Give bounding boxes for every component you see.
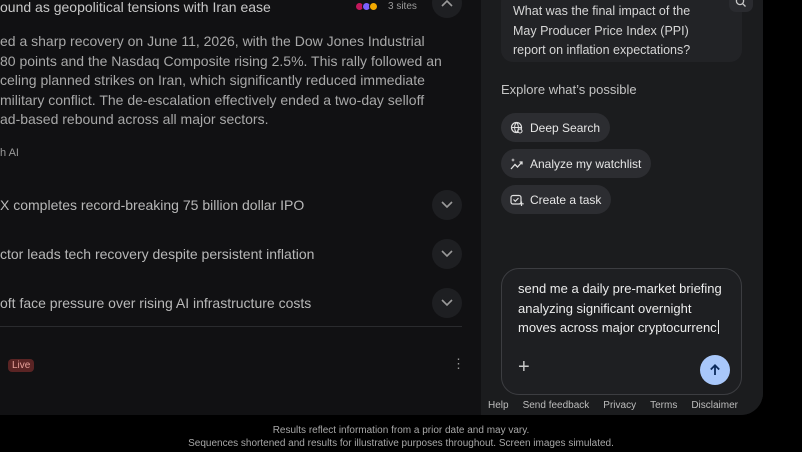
globe-search-icon bbox=[510, 121, 523, 134]
text-cursor bbox=[717, 320, 719, 334]
add-attachment-icon[interactable]: + bbox=[518, 357, 530, 377]
story-row[interactable]: ctor leads tech recovery despite persist… bbox=[0, 239, 462, 271]
news-headline: ound as geopolitical tensions with Iran … bbox=[0, 0, 271, 15]
explore-heading: Explore what’s possible bbox=[501, 82, 637, 97]
live-badge: Live bbox=[8, 359, 35, 372]
chip-label: Deep Search bbox=[530, 120, 601, 135]
prompt-composer[interactable]: send me a daily pre-market briefing anal… bbox=[501, 268, 742, 395]
summary-line: military conflict. The de-escalation eff… bbox=[0, 91, 425, 108]
footer-link-help[interactable]: Help bbox=[488, 400, 509, 411]
footer-links: Help Send feedback Privacy Terms Disclai… bbox=[488, 400, 738, 411]
story-row[interactable]: X completes record-breaking 75 billion d… bbox=[0, 190, 462, 222]
expand-button[interactable] bbox=[432, 190, 462, 220]
previous-prompt-text: What was the final impact of the May Pro… bbox=[513, 4, 691, 57]
prompt-input[interactable]: send me a daily pre-market briefing anal… bbox=[518, 279, 732, 338]
chip-label: Analyze my watchlist bbox=[530, 156, 642, 171]
assistant-panel: What was the final impact of the May Pro… bbox=[481, 0, 763, 415]
story-title: ctor leads tech recovery despite persist… bbox=[0, 246, 315, 262]
expand-button[interactable] bbox=[432, 239, 462, 269]
chip-analyze-watchlist[interactable]: Analyze my watchlist bbox=[501, 149, 652, 178]
prompt-input-text: send me a daily pre-market briefing anal… bbox=[518, 281, 722, 335]
source-favicons bbox=[355, 2, 378, 11]
story-title: oft face pressure over rising AI infrast… bbox=[0, 295, 312, 311]
sites-count: 3 sites bbox=[388, 1, 417, 12]
chevron-down-icon bbox=[441, 201, 453, 209]
disclaimer-line: Sequences shortened and results for illu… bbox=[188, 438, 614, 449]
section-divider bbox=[0, 326, 462, 327]
sources-indicator[interactable]: 3 sites bbox=[355, 1, 417, 12]
chevron-down-icon bbox=[441, 299, 453, 307]
chip-create-task[interactable]: Create a task bbox=[501, 185, 612, 214]
disclaimer-line: Results reflect information from a prior… bbox=[272, 425, 530, 436]
summary-line: 80 points and the Nasdaq Composite risin… bbox=[0, 52, 442, 69]
more-options-icon[interactable]: ⋮ bbox=[452, 357, 465, 371]
footer-link-feedback[interactable]: Send feedback bbox=[523, 400, 590, 411]
footer-link-terms[interactable]: Terms bbox=[650, 400, 677, 411]
expand-button[interactable] bbox=[432, 288, 462, 318]
footer-link-disclaimer[interactable]: Disclaimer bbox=[691, 400, 738, 411]
source-icon bbox=[369, 2, 378, 11]
screen-disclaimer: Results reflect information from a prior… bbox=[0, 424, 802, 450]
summary-line: ed a sharp recovery on June 11, 2026, wi… bbox=[0, 33, 425, 49]
news-summary: ed a sharp recovery on June 11, 2026, wi… bbox=[0, 32, 442, 130]
chip-label: Create a task bbox=[530, 192, 602, 207]
chevron-down-icon bbox=[441, 250, 453, 258]
trending-sparkle-icon bbox=[510, 157, 523, 169]
summary-line: celing planned strikes on Iran, which si… bbox=[0, 72, 425, 88]
ai-attribution: h AI bbox=[0, 147, 19, 159]
collapse-button[interactable] bbox=[432, 0, 462, 18]
previous-prompt-card[interactable]: What was the final impact of the May Pro… bbox=[501, 0, 753, 62]
arrow-up-icon bbox=[710, 364, 720, 375]
story-title: X completes record-breaking 75 billion d… bbox=[0, 197, 305, 213]
chevron-up-icon bbox=[441, 0, 453, 7]
send-button[interactable] bbox=[700, 355, 730, 385]
sparkle-search-icon[interactable] bbox=[729, 0, 753, 12]
footer-link-privacy[interactable]: Privacy bbox=[603, 400, 636, 411]
summary-line: ad-based rebound across all major sector… bbox=[0, 111, 269, 127]
story-row[interactable]: oft face pressure over rising AI infrast… bbox=[0, 288, 462, 320]
task-add-icon bbox=[510, 194, 524, 206]
news-column: ound as geopolitical tensions with Iran … bbox=[0, 0, 481, 415]
app-window: ound as geopolitical tensions with Iran … bbox=[0, 0, 763, 415]
chip-deep-search[interactable]: Deep Search bbox=[501, 113, 611, 142]
news-header[interactable]: ound as geopolitical tensions with Iran … bbox=[0, 0, 462, 18]
